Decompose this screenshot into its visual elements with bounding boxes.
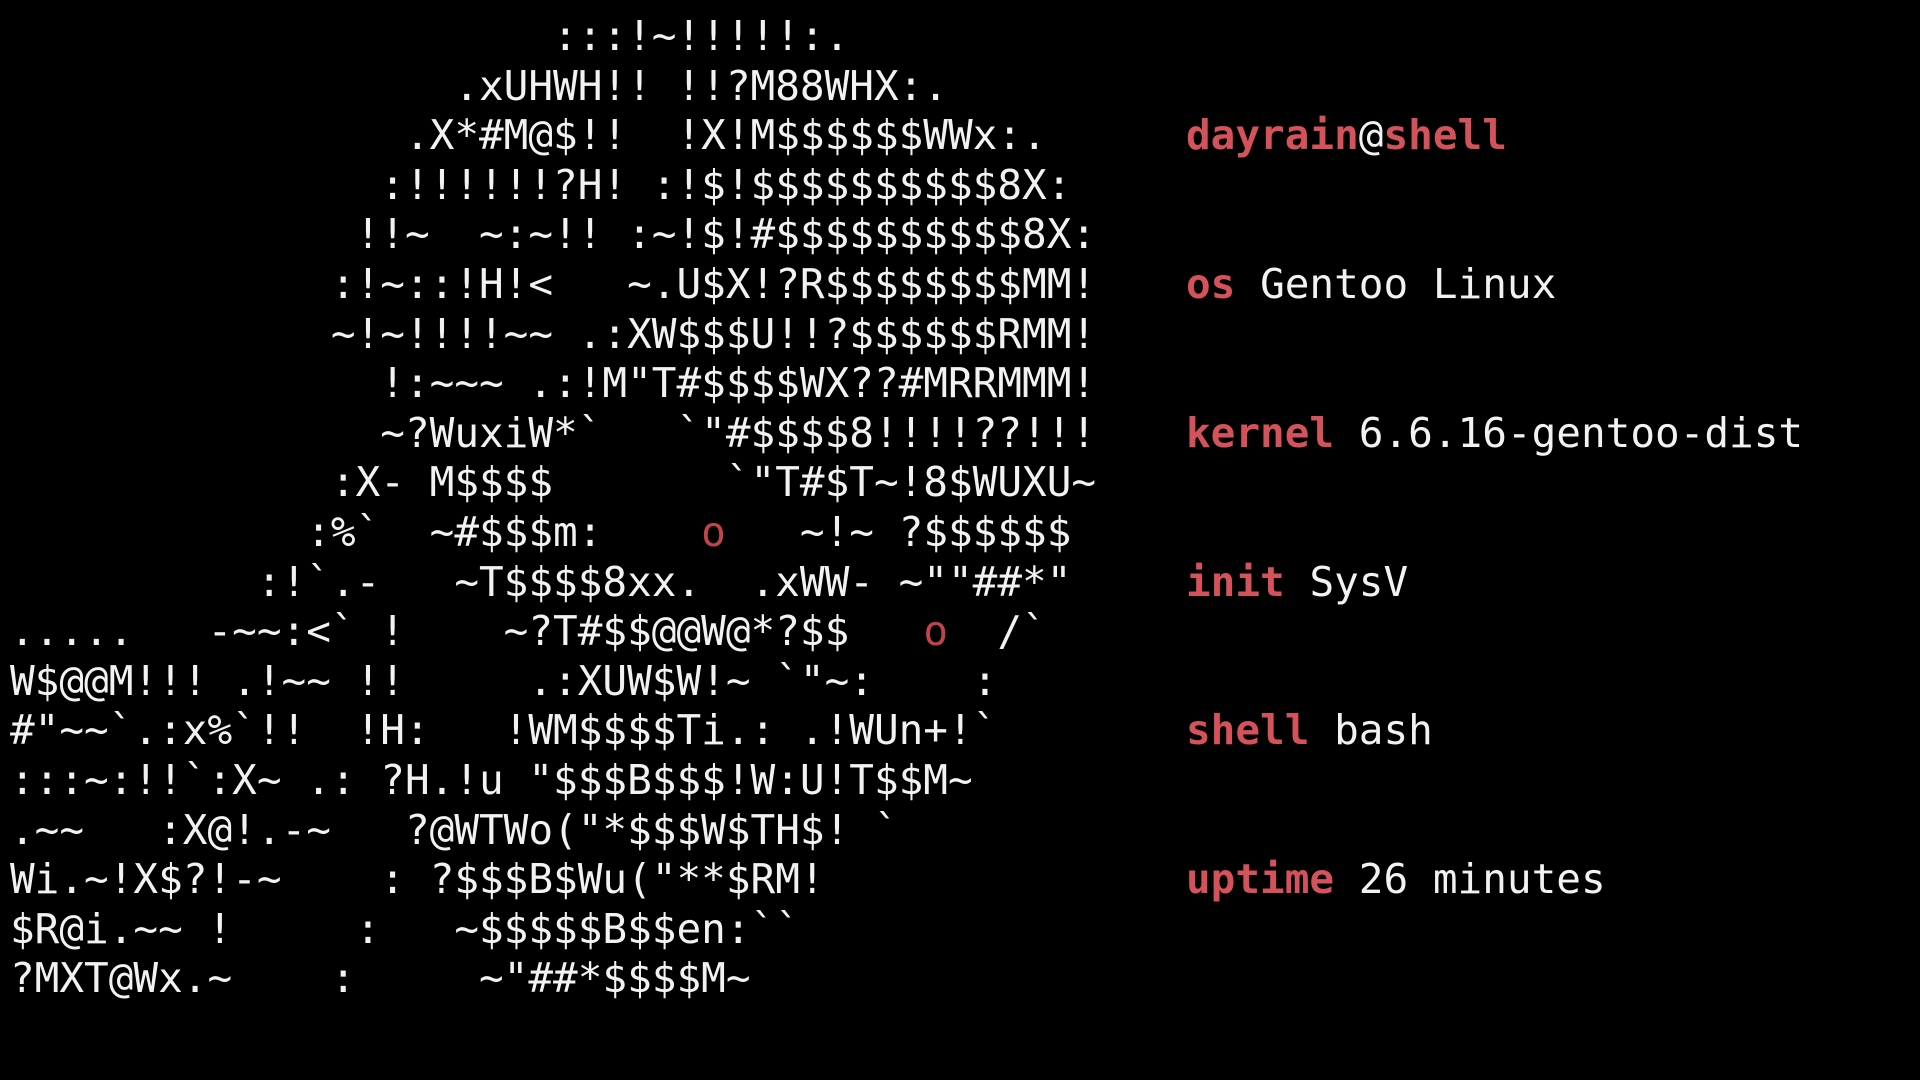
kernel-label: kernel bbox=[1186, 408, 1335, 457]
ascii-line: :!!!!!!?H! :!$!$$$$$$$$$$8X: bbox=[10, 160, 1072, 209]
eye-glyph: o bbox=[923, 607, 948, 656]
uptime-line: uptime 26 minutes bbox=[1186, 855, 1803, 905]
ascii-segment: :%` ~#$$$m: bbox=[10, 507, 702, 556]
ascii-line: :::~:!!`:X~ .: ?H.!u "$$$B$$$!W:U!T$$M~ bbox=[10, 755, 973, 804]
gentoo-ascii-logo: :::!~!!!!!:. .xUHWH!! !!?M88WHX:. .X*#M@… bbox=[10, 12, 1096, 1004]
shell-label: shell bbox=[1186, 706, 1310, 755]
kernel-line: kernel 6.6.16-gentoo-dist bbox=[1186, 409, 1803, 459]
kernel-value: 6.6.16-gentoo-dist bbox=[1358, 408, 1804, 457]
ascii-line: ~?WuxiW*` `"#$$$$8!!!!??!!! bbox=[10, 408, 1097, 457]
shell-line: shell bash bbox=[1186, 706, 1803, 756]
username: dayrain bbox=[1186, 111, 1359, 160]
at-sign: @ bbox=[1358, 111, 1384, 160]
ascii-line: :X- M$$$$ `"T#$T~!8$WUXU~ bbox=[10, 458, 1097, 507]
ascii-line: $R@i.~~ ! : ~$$$$$B$$en:`` bbox=[10, 904, 800, 953]
ascii-line: !!~ ~:~!! :~!$!#$$$$$$$$$$8X: bbox=[10, 210, 1097, 259]
ascii-segment: ~!~ ?$$$$$$ bbox=[725, 507, 1072, 556]
ascii-segment: /` bbox=[948, 607, 1047, 656]
ascii-line: .xUHWH!! !!?M88WHX:. bbox=[10, 61, 948, 110]
system-info-panel: dayrain@shell os Gentoo Linux kernel 6.6… bbox=[1186, 12, 1803, 1004]
shell-value: bash bbox=[1334, 706, 1433, 755]
ascii-line: :::!~!!!!!:. bbox=[10, 12, 850, 60]
os-label: os bbox=[1186, 259, 1236, 308]
os-line: os Gentoo Linux bbox=[1186, 260, 1803, 310]
ascii-segment: ..... -~~:<` ! ~?T#$$@@W@*?$$ bbox=[10, 607, 924, 656]
uptime-value: 26 minutes bbox=[1358, 855, 1606, 904]
ascii-line: :!~::!H!< ~.U$X!?R$$$$$$$$MM! bbox=[10, 259, 1097, 308]
ascii-line: :!`.- ~T$$$$8xx. .xWW- ~""##*" bbox=[10, 557, 1072, 606]
ascii-line: :%` ~#$$$m: o ~!~ ?$$$$$$ bbox=[10, 508, 1096, 558]
terminal-window[interactable]: :::!~!!!!!:. .xUHWH!! !!?M88WHX:. .X*#M@… bbox=[0, 0, 1920, 1080]
init-label: init bbox=[1186, 557, 1285, 606]
os-value: Gentoo Linux bbox=[1260, 259, 1557, 308]
ascii-line: ..... -~~:<` ! ~?T#$$@@W@*?$$ o /` bbox=[10, 607, 1096, 657]
user-host-line: dayrain@shell bbox=[1186, 111, 1803, 161]
ascii-line: Wi.~!X$?!-~ : ?$$$B$Wu("**$RM! bbox=[10, 855, 825, 904]
ascii-line: ~!~!!!!~~ .:XW$$$U!!?$$$$$$RMM! bbox=[10, 309, 1097, 358]
ascii-line: W$@@M!!! .!~~ !! .:XUW$W!~ `"~: : bbox=[10, 656, 998, 705]
ascii-line: .~~ :X@!.-~ ?@WTWo("*$$$W$TH$! ` bbox=[10, 805, 899, 854]
eye-glyph: o bbox=[701, 507, 726, 556]
ascii-line: #"~~`.:x%`!! !H: !WM$$$$Ti.: .!WUn+!` bbox=[10, 706, 998, 755]
init-line: init SysV bbox=[1186, 558, 1803, 608]
init-value: SysV bbox=[1309, 557, 1409, 606]
hostname: shell bbox=[1383, 111, 1507, 160]
ascii-line: .X*#M@$!! !X!M$$$$$$WWx:. bbox=[10, 111, 1047, 160]
ascii-line: !:~~~ .:!M"T#$$$$WX??#MRRMMM! bbox=[10, 359, 1097, 408]
ascii-line: ?MXT@Wx.~ : ~"##*$$$$M~ bbox=[10, 954, 751, 1003]
uptime-label: uptime bbox=[1186, 855, 1335, 904]
